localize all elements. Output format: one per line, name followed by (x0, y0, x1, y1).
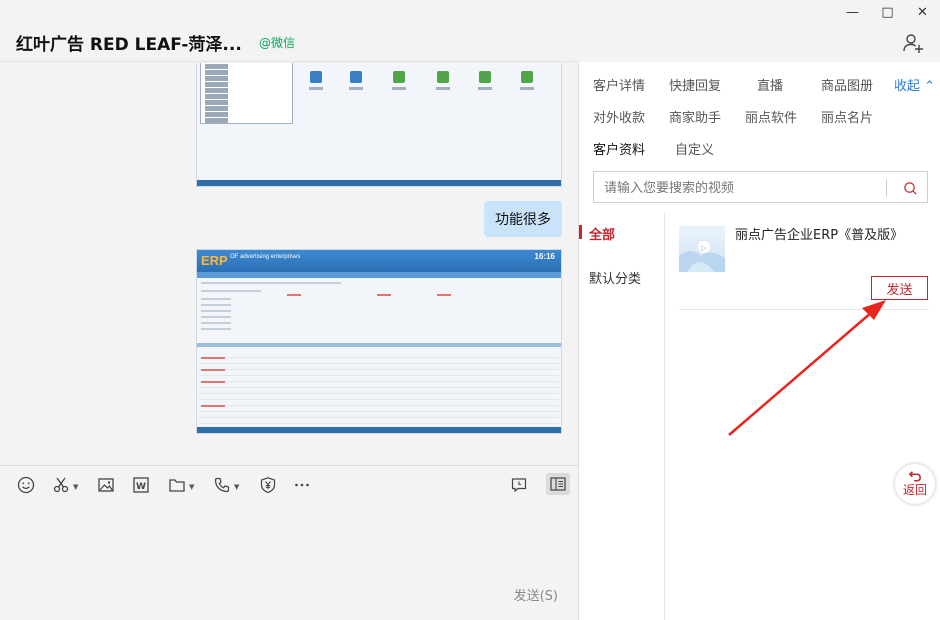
emoji-icon[interactable] (16, 475, 36, 495)
svg-text:▷: ▷ (701, 244, 707, 252)
back-button[interactable]: 返回 (895, 464, 935, 504)
chevron-down-icon[interactable]: ▼ (189, 483, 194, 491)
tab-product-album[interactable]: 商品图册 (821, 75, 873, 94)
minimize-icon[interactable]: — (835, 0, 870, 24)
erp-header: ERP OF advertising enterprises 16:16 (197, 250, 561, 272)
video-thumbnail-icon[interactable]: ▷ (679, 226, 725, 272)
image-message[interactable] (196, 63, 562, 187)
text-message-bubble[interactable]: 功能很多 (484, 201, 562, 237)
image-message[interactable]: ERP OF advertising enterprises 16:16 (196, 249, 562, 434)
send-button[interactable]: 发送(S) (514, 585, 558, 604)
chevron-down-icon[interactable]: ▼ (73, 483, 78, 491)
window-controls: — □ ✕ (835, 0, 940, 24)
tab-live[interactable]: 直播 (757, 75, 783, 94)
video-send-button[interactable]: 发送 (871, 276, 928, 300)
word-icon[interactable]: W (131, 475, 151, 495)
category-all[interactable]: 全部 (589, 224, 615, 243)
more-icon[interactable] (292, 475, 312, 495)
back-label: 返回 (902, 483, 927, 497)
tab-customer-profile[interactable]: 客户资料 (593, 139, 645, 158)
svg-text:W: W (136, 482, 146, 492)
image-icon[interactable] (96, 475, 116, 495)
chat-title: 红叶广告 RED LEAF-菏泽... (16, 35, 242, 55)
chat-header: 红叶广告 RED LEAF-菏泽... @微信 (0, 0, 578, 62)
screenshot-window (200, 63, 293, 124)
erp-clock: 16:16 (534, 252, 555, 261)
search-icon[interactable] (899, 177, 921, 199)
folder-icon[interactable] (167, 475, 187, 495)
sidebar-toggle-icon[interactable] (546, 473, 570, 495)
close-icon[interactable]: ✕ (905, 0, 940, 24)
scissors-icon[interactable] (51, 475, 71, 495)
chevron-up-icon: ⌃ (924, 79, 936, 94)
chat-panel: 红叶广告 RED LEAF-菏泽... @微信 功能很多 ERP OF adve… (0, 0, 578, 620)
chevron-down-icon[interactable]: ▼ (234, 483, 239, 491)
video-search-input[interactable] (604, 178, 864, 198)
message-list[interactable]: 功能很多 ERP OF advertising enterprises 16:1… (0, 63, 578, 465)
erp-logo-subtitle: OF advertising enterprises (230, 254, 301, 260)
shield-yen-icon[interactable] (258, 475, 278, 495)
tab-lidian-card[interactable]: 丽点名片 (821, 107, 873, 126)
add-user-icon[interactable] (902, 32, 924, 54)
tab-lidian-software[interactable]: 丽点软件 (745, 107, 797, 126)
tab-external-payment[interactable]: 对外收款 (593, 107, 645, 126)
tab-quick-reply[interactable]: 快捷回复 (669, 75, 721, 94)
wechat-source-tag: @微信 (259, 36, 296, 50)
tab-custom[interactable]: 自定义 (675, 139, 714, 158)
tab-customer-detail[interactable]: 客户详情 (593, 75, 645, 94)
tab-merchant-assistant[interactable]: 商家助手 (669, 107, 721, 126)
input-toolbar: ▼ W ▼ ▼ (0, 465, 578, 503)
collapse-label: 收起 (894, 79, 921, 94)
collapse-button[interactable]: 收起 ⌃ (894, 75, 935, 94)
video-list-item: ▷ 丽点广告企业ERP《普及版》 发送 (679, 222, 929, 310)
video-search-box (593, 171, 928, 203)
chat-history-icon[interactable] (509, 475, 529, 495)
category-default[interactable]: 默认分类 (589, 268, 641, 287)
category-active-marker (579, 225, 582, 239)
erp-logo: ERP (201, 253, 228, 268)
category-list: 全部 默认分类 (579, 212, 665, 620)
maximize-icon[interactable]: □ (870, 0, 905, 24)
customer-side-panel: 客户详情 快捷回复 直播 商品图册 收起 ⌃ 对外收款 商家助手 丽点软件 丽点… (578, 62, 940, 620)
phone-icon[interactable] (212, 475, 232, 495)
video-title[interactable]: 丽点广告企业ERP《普及版》 (735, 224, 903, 243)
